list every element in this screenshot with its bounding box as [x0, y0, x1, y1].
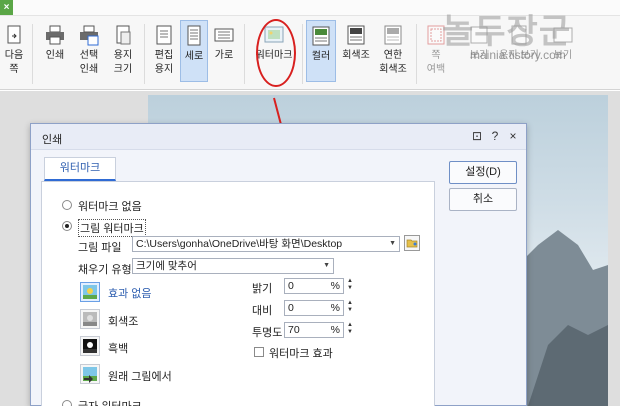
chevron-down-icon: ▼ [389, 240, 396, 247]
ribbon-separator [244, 24, 245, 84]
ok-button[interactable]: 설정(D) [449, 161, 517, 184]
label-picture-watermark: 그림 워터마크 [78, 219, 146, 237]
dialog-title: 인쇄 [42, 134, 63, 146]
grayscale-button[interactable]: 회색조 [340, 20, 372, 63]
landscape-button[interactable]: 가로 [210, 20, 238, 63]
ribbon-label-grayscale: 회색조 [342, 50, 370, 61]
site-watermark-url: mainia.tistory.com [470, 48, 566, 62]
light-grayscale-icon [384, 25, 402, 45]
edit-paper-button[interactable]: 편집 용지 [150, 20, 178, 77]
site-watermark-logo: 놀두장군 [442, 13, 572, 51]
black-white-effect-icon [83, 339, 97, 353]
contrast-value: 0 [288, 302, 294, 314]
watermark-effect-checkbox[interactable] [254, 347, 264, 357]
portrait-icon [187, 25, 201, 46]
ribbon-label-next: 다음 쪽 [4, 50, 24, 75]
brightness-value: 0 [288, 280, 294, 292]
select-print-button[interactable]: 선택 인쇄 [72, 20, 106, 77]
ribbon-separator [416, 24, 417, 84]
percent-sign: % [330, 280, 340, 292]
next-page-button[interactable]: 다음 쪽 [2, 20, 26, 77]
ribbon-label-margin: 쪽 여백 [426, 50, 446, 75]
landscape-icon [214, 28, 234, 42]
label-brightness: 밝기 [252, 283, 273, 295]
no-effect-button[interactable] [80, 282, 100, 302]
select-print-icon [80, 25, 99, 46]
label-text-watermark: 글자 워터마크 [78, 398, 142, 406]
printer-icon [46, 25, 64, 45]
ribbon-label-edit-paper: 편집 용지 [154, 50, 174, 75]
grayscale-icon [347, 25, 365, 45]
ribbon-label-paper-size: 용지 크기 [113, 50, 133, 75]
print-dialog: 인쇄 ⊡ ? × 워터마크 설정(D) 취소 워터마크 없음 그림 워터마크 그… [30, 123, 527, 406]
fill-type-value: 크기에 맞추어 [136, 260, 197, 272]
no-effect-icon [83, 285, 97, 299]
print-button[interactable]: 인쇄 [40, 20, 70, 63]
radio-picture-watermark[interactable] [62, 221, 72, 231]
portrait-button[interactable]: 세로 [180, 20, 208, 82]
ribbon-label-color: 컬러 [311, 51, 331, 62]
radio-text-watermark[interactable] [62, 400, 72, 406]
dialog-tabs: 워터마크 [38, 155, 438, 181]
original-picture-button[interactable] [80, 364, 100, 384]
label-black-white-effect: 흑백 [108, 343, 129, 355]
brightness-input[interactable]: 0 % [284, 278, 344, 294]
label-no-effect: 효과 없음 [108, 288, 152, 300]
grayscale-effect-icon [83, 312, 97, 326]
picture-file-select[interactable]: C:\Users\gonha\OneDrive\바탕 화면\Desktop ▼ [132, 236, 400, 252]
ribbon-expand-icon[interactable]: × [0, 0, 13, 15]
annotation-circle [256, 19, 296, 87]
label-watermark-effect: 워터마크 효과 [269, 348, 333, 360]
color-icon [312, 26, 330, 46]
ribbon-label-portrait: 세로 [184, 51, 204, 62]
paper-size-button[interactable]: 용지 크기 [108, 20, 138, 77]
contrast-stepper[interactable]: ▲ ▼ [345, 300, 355, 316]
watermark-panel: 워터마크 없음 그림 워터마크 그림 파일 C:\Users\gonha\One… [41, 181, 435, 406]
ribbon-label-light-grayscale: 연한 회색조 [379, 50, 407, 75]
label-fill-type: 채우기 유형 [78, 264, 132, 276]
radio-no-watermark[interactable] [62, 200, 72, 210]
fill-type-select[interactable]: 크기에 맞추어 ▼ [132, 258, 334, 274]
brightness-stepper[interactable]: ▲ ▼ [345, 278, 355, 294]
label-picture-file: 그림 파일 [78, 242, 122, 254]
dialog-layout-icon[interactable]: ⊡ [470, 129, 484, 143]
paper-size-icon [116, 25, 131, 45]
ribbon-label-landscape: 가로 [214, 50, 234, 61]
next-page-icon [7, 25, 21, 44]
light-grayscale-button[interactable]: 연한 회색조 [376, 20, 410, 77]
percent-sign: % [330, 324, 340, 336]
label-no-watermark: 워터마크 없음 [78, 201, 142, 213]
transparency-stepper[interactable]: ▲ ▼ [345, 322, 355, 338]
close-icon[interactable]: × [506, 129, 520, 143]
ribbon-label-select-print: 선택 인쇄 [79, 50, 99, 75]
label-original-picture: 원래 그림에서 [108, 371, 172, 383]
dialog-titlebar: 인쇄 ⊡ ? × [31, 124, 526, 150]
ribbon-separator [32, 24, 33, 84]
color-button[interactable]: 컬러 [306, 20, 336, 82]
label-transparency: 투명도 [252, 327, 283, 339]
picture-file-value: C:\Users\gonha\OneDrive\바탕 화면\Desktop [136, 238, 343, 250]
ribbon-label-print: 인쇄 [45, 50, 65, 61]
label-contrast: 대비 [252, 305, 273, 317]
chevron-down-icon: ▼ [323, 262, 330, 269]
tab-watermark[interactable]: 워터마크 [44, 157, 116, 181]
contrast-input[interactable]: 0 % [284, 300, 344, 316]
original-picture-icon [83, 367, 97, 383]
percent-sign: % [330, 302, 340, 314]
edit-paper-icon [156, 25, 172, 45]
transparency-value: 70 [288, 324, 300, 336]
browse-folder-icon[interactable] [404, 235, 420, 251]
ribbon-separator [144, 24, 145, 84]
transparency-input[interactable]: 70 % [284, 322, 344, 338]
grayscale-effect-button[interactable] [80, 309, 100, 329]
cancel-button[interactable]: 취소 [449, 188, 517, 211]
help-icon[interactable]: ? [488, 129, 502, 143]
label-grayscale-effect: 회색조 [108, 316, 139, 328]
ribbon-separator [302, 24, 303, 84]
black-white-effect-button[interactable] [80, 336, 100, 356]
